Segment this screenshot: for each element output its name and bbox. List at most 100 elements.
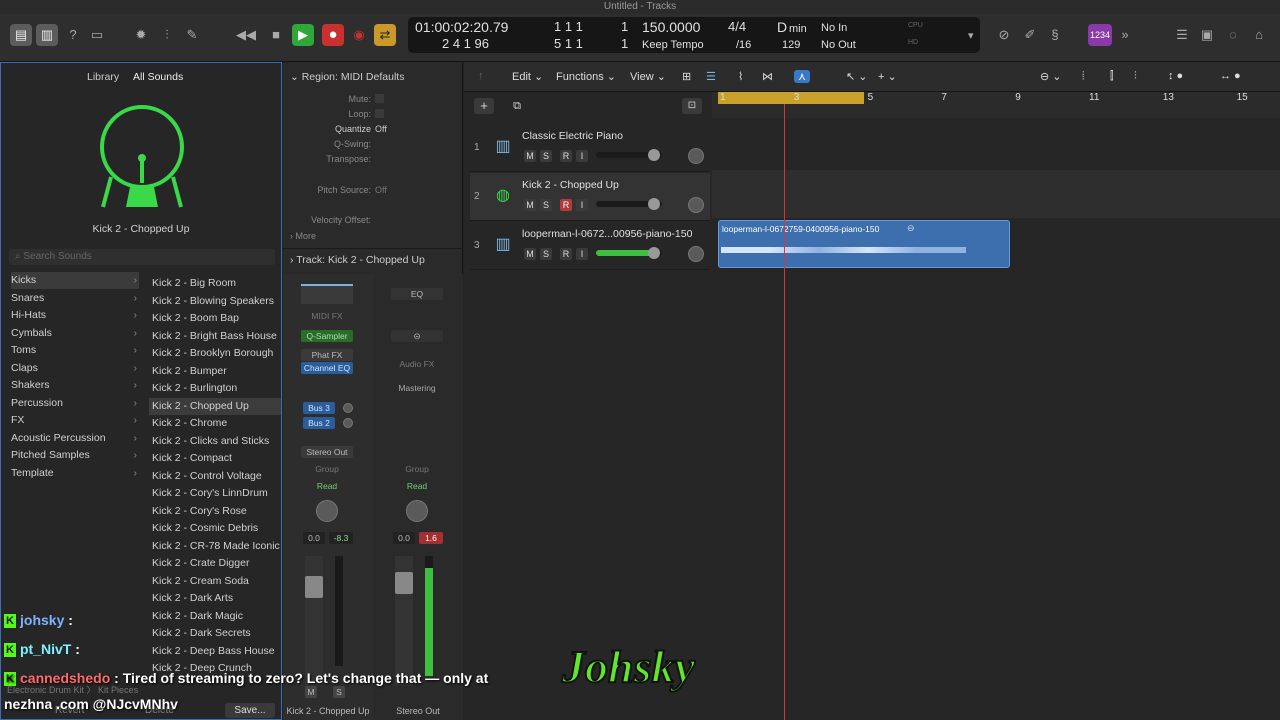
sound-item[interactable]: Kick 2 - Bumper <box>149 363 281 380</box>
browser-icon[interactable]: ⌂ <box>1248 24 1270 46</box>
sound-item[interactable]: Kick 2 - Big Room <box>149 275 281 292</box>
add-track-button[interactable]: + <box>474 98 494 114</box>
track-lanes[interactable]: looperman-l-0672759-0400956-piano-150 ⊖ <box>712 104 1280 720</box>
catch-icon[interactable]: ⊘ <box>993 24 1015 46</box>
category-kicks[interactable]: Kicks › <box>11 272 139 289</box>
sound-item[interactable]: Kick 2 - Cosmic Debris <box>149 520 281 537</box>
pitch-source-select[interactable]: Off <box>375 185 387 195</box>
track-volume-handle[interactable] <box>648 198 660 210</box>
volume-fader-handle[interactable] <box>305 576 323 598</box>
lcd-display[interactable]: 01:00:02:20.79 2 4 1 96 1 1 1 5 1 1 1 1 … <box>408 17 980 53</box>
sound-item[interactable]: Kick 2 - Deep Bass House <box>149 643 281 660</box>
list-editors-icon[interactable]: ☰ <box>1171 24 1193 46</box>
path-kit-pieces[interactable]: Kit Pieces <box>98 685 138 695</box>
sound-item[interactable]: Kick 2 - Boom Bap <box>149 310 281 327</box>
sound-item[interactable]: Kick 2 - Chopped Up <box>149 397 281 415</box>
phat-fx-slot[interactable]: Phat FX <box>301 349 353 361</box>
capture-record-icon[interactable]: ◉ <box>348 24 370 46</box>
sound-item[interactable]: Kick 2 - Crate Digger <box>149 555 281 572</box>
automation-mode[interactable]: Read <box>301 480 353 492</box>
cycle-icon[interactable]: ⇄ <box>374 24 396 46</box>
track-pan-knob[interactable] <box>688 197 704 213</box>
category-claps[interactable]: Claps › <box>11 360 139 377</box>
vertical-zoom-icon[interactable]: ⫿ <box>1110 70 1114 83</box>
send-knob-2[interactable] <box>343 418 353 428</box>
inspector-toggle-icon[interactable]: ▥ <box>36 24 58 46</box>
more-chevron-icon[interactable]: » <box>1114 24 1136 46</box>
track-input-monitor-button[interactable]: I <box>576 248 588 260</box>
duplicate-track-icon[interactable]: ⧉ <box>508 98 526 114</box>
division[interactable]: /16 <box>736 39 751 51</box>
pan-knob-2[interactable] <box>406 500 428 522</box>
category-fx[interactable]: FX › <box>11 412 139 429</box>
loop-browser-icon[interactable]: ◌ <box>1222 24 1244 46</box>
library-filter-dropdown[interactable]: All Sounds <box>133 71 183 83</box>
track-volume-slider[interactable] <box>596 247 662 259</box>
smart-controls-icon[interactable]: ✹ <box>130 24 152 46</box>
category-acoustic-percussion[interactable]: Acoustic Percussion › <box>11 430 139 447</box>
count-in-badge[interactable]: 1234 <box>1088 24 1112 46</box>
track-mute-button[interactable]: M <box>524 248 536 260</box>
solo-button[interactable]: S <box>333 686 345 698</box>
pencil-icon[interactable]: ✐ <box>1019 24 1041 46</box>
category-pitched-samples[interactable]: Pitched Samples › <box>11 447 139 464</box>
notepad-icon[interactable]: ▣ <box>1196 24 1218 46</box>
group-slot[interactable]: Group <box>301 463 353 475</box>
category-cymbals[interactable]: Cymbals › <box>11 325 139 342</box>
sound-item[interactable]: Kick 2 - Cream Soda <box>149 573 281 590</box>
key-mode[interactable]: min <box>789 23 807 35</box>
quantize-select[interactable]: Off <box>375 124 387 134</box>
global-tracks-icon[interactable]: ⊡ <box>682 98 702 114</box>
track-header-2[interactable]: 2 ◍ Kick 2 - Chopped Up M S R I <box>470 173 710 221</box>
playhead[interactable] <box>784 104 785 720</box>
menu-edit[interactable]: Edit ⌄ <box>512 70 543 83</box>
help-icon[interactable]: ? <box>62 24 84 46</box>
v-zoom-slider-icon[interactable]: ↕ ● <box>1168 70 1183 82</box>
score-icon[interactable]: § <box>1044 24 1066 46</box>
sound-item[interactable]: Kick 2 - Clicks and Sticks <box>149 433 281 450</box>
sound-item[interactable]: Kick 2 - Brooklyn Borough <box>149 345 281 362</box>
track-pan-knob[interactable] <box>688 148 704 164</box>
search-sounds-input[interactable]: ⌕ Search Sounds <box>9 249 275 265</box>
library-toggle-icon[interactable]: ▤ <box>10 24 32 46</box>
track-input-monitor-button[interactable]: I <box>576 199 588 211</box>
track-header-1[interactable]: 1 ▥ Classic Electric Piano M S R I <box>470 124 710 172</box>
fit-icon[interactable]: ⫶ <box>1134 70 1137 83</box>
instrument-slot[interactable]: Q-Sampler <box>301 330 353 342</box>
snap-icon[interactable]: ⋏ <box>794 70 811 83</box>
track-volume-handle[interactable] <box>648 149 660 161</box>
lcd-dropdown-icon[interactable]: ▾ <box>968 29 974 42</box>
track-mute-button[interactable]: M <box>524 150 536 162</box>
send-knob-1[interactable] <box>343 403 353 413</box>
pan-knob[interactable] <box>316 500 338 522</box>
audio-region[interactable]: looperman-l-0672759-0400956-piano-150 ⊖ <box>718 220 1010 268</box>
sound-item[interactable]: Kick 2 - Burlington <box>149 380 281 397</box>
region-header[interactable]: ⌄ Region: MIDI Defaults <box>290 71 404 83</box>
editors-icon[interactable]: ✎ <box>181 24 203 46</box>
marquee-tool-icon[interactable]: + ⌄ <box>878 70 897 83</box>
track-record-button[interactable]: R <box>560 199 572 211</box>
category-toms[interactable]: Toms › <box>11 342 139 359</box>
track-pan-knob[interactable] <box>688 246 704 262</box>
automation-mode-2[interactable]: Read <box>391 480 443 492</box>
sound-item[interactable]: Kick 2 - Dark Arts <box>149 590 281 607</box>
track-solo-button[interactable]: S <box>540 150 552 162</box>
grid-view-icon[interactable]: ⊞ <box>682 70 691 83</box>
play-icon[interactable]: ▶ <box>292 24 314 46</box>
path-kit[interactable]: Electronic Drum Kit <box>7 685 84 695</box>
sound-item[interactable]: Kick 2 - Dark Magic <box>149 608 281 625</box>
key[interactable]: D <box>777 19 787 35</box>
track-mute-button[interactable]: M <box>524 199 536 211</box>
stop-icon[interactable]: ■ <box>265 24 287 46</box>
mute-button[interactable]: M <box>305 686 317 698</box>
toolbar-toggle-icon[interactable]: ▭ <box>86 24 108 46</box>
sound-item[interactable]: Kick 2 - Cory's LinnDrum <box>149 485 281 502</box>
timeline-ruler[interactable]: 1 3 5 7 9 11 13 15 <box>712 92 1280 118</box>
eq-slot[interactable]: EQ <box>391 288 443 300</box>
time-signature[interactable]: 4/4 <box>728 19 746 34</box>
list-view-icon[interactable]: ☰ <box>706 70 716 83</box>
track-header[interactable]: › Track: Kick 2 - Chopped Up <box>290 254 425 266</box>
track-record-button[interactable]: R <box>560 248 572 260</box>
mute-checkbox[interactable] <box>375 94 384 103</box>
catch-playhead-icon[interactable]: ⊖ ⌄ <box>1040 70 1062 83</box>
